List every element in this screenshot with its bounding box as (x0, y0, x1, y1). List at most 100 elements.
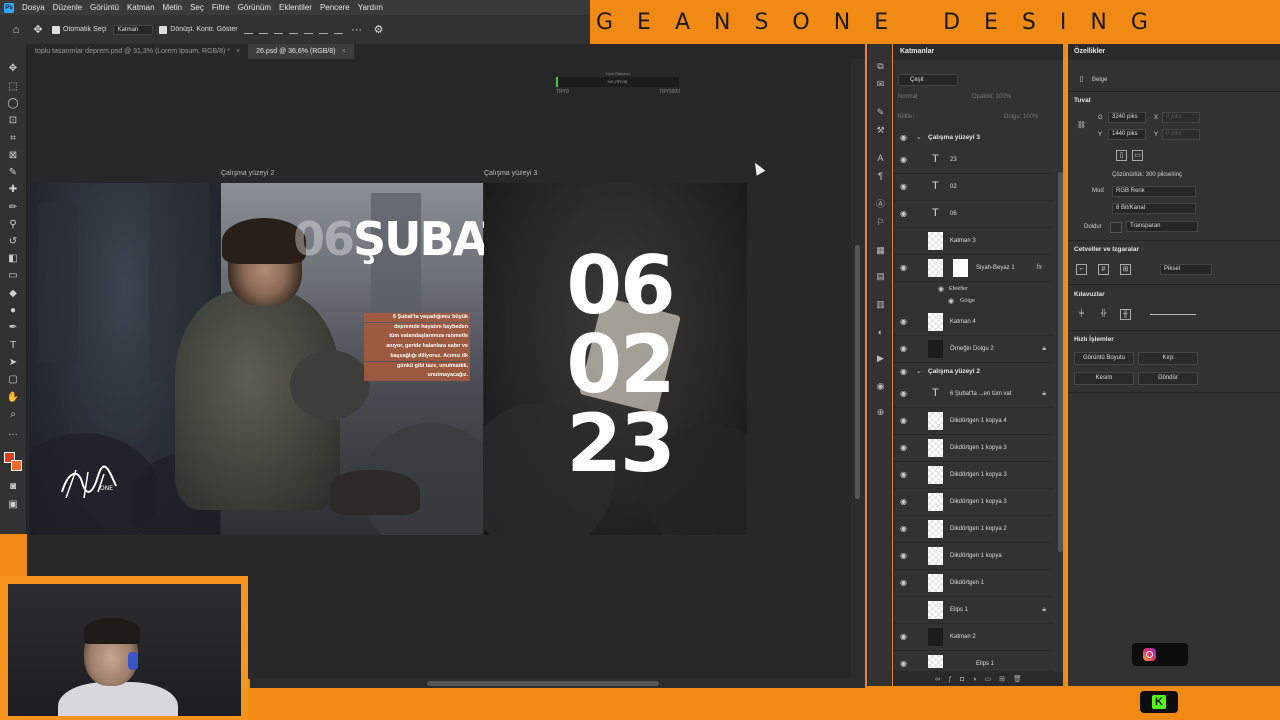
menu-dosya[interactable]: Dosya (22, 3, 45, 12)
lasso-icon[interactable]: ◯ (5, 97, 21, 111)
layers-title[interactable]: Katmanlar (900, 48, 934, 55)
link-icon[interactable]: ∞ (935, 676, 940, 683)
target-select[interactable]: Katman (112, 24, 154, 35)
menu-eklentiler[interactable]: Eklentiler (279, 3, 312, 12)
crop-button[interactable]: Kırp (1138, 352, 1198, 365)
mask-icon[interactable]: ◘ (960, 676, 964, 683)
layer-row[interactable]: ◉ Dikdörtgen 1 (894, 570, 1054, 597)
paragraph-icon[interactable]: ¶ (874, 170, 887, 182)
eye-icon[interactable]: ◉ (900, 525, 909, 533)
eye-icon[interactable]: ◉ (900, 264, 909, 272)
tab-toplu-tasarimlar[interactable]: toplu tasarımlar deprem.psd @ 31,3% (Lor… (27, 44, 248, 59)
layer-row[interactable]: ◉ Dikdörtgen 1 kopya 3 (894, 435, 1054, 462)
layer-group-artboard-2[interactable]: ◉ ⌄ Çalışma yüzeyi 2 (894, 365, 1054, 379)
channels-icon[interactable]: ◐ (874, 326, 887, 338)
layer-row[interactable]: ◉ T 6 Şubat'ta ...en tüm vat 🔒︎ (894, 381, 1054, 408)
layer-row[interactable]: ◉ T 02 (894, 174, 1054, 201)
healing-icon[interactable]: ✚ (5, 183, 21, 197)
eye-icon[interactable]: ◉ (900, 579, 909, 587)
grid-icon[interactable]: # (1098, 264, 1109, 275)
new-layer-icon[interactable]: ⊞ (999, 675, 1005, 683)
distribute-icon[interactable] (288, 26, 298, 34)
brush-icon[interactable]: ✏ (5, 201, 21, 215)
eraser-icon[interactable]: ◧ (5, 252, 21, 266)
hand-icon[interactable]: ✋ (5, 391, 21, 405)
menu-filtre[interactable]: Filtre (212, 3, 230, 12)
eye-icon[interactable]: ◉ (900, 390, 909, 398)
portrait-icon[interactable]: ▯ (1116, 150, 1127, 161)
close-icon[interactable]: × (342, 48, 346, 55)
menu-metin[interactable]: Metin (163, 3, 183, 12)
align-middle-icon[interactable] (318, 26, 328, 34)
layer-row[interactable]: Elips 1 🔒︎ (894, 597, 1054, 624)
eye-icon[interactable]: ◉ (900, 660, 909, 668)
align-center-icon[interactable] (258, 26, 268, 34)
canvas-horizontal-scrollbar[interactable] (250, 679, 865, 688)
quick-mask-icon[interactable]: ◙ (5, 480, 21, 494)
frame-icon[interactable]: ⊠ (5, 149, 21, 163)
move-tool-icon[interactable]: ✥ (30, 23, 46, 36)
patterns-icon[interactable]: ▥ (874, 298, 887, 310)
scroll-thumb[interactable] (855, 245, 860, 499)
width-input[interactable]: 3240 piks (1108, 112, 1146, 123)
properties-title[interactable]: Özellikler (1074, 48, 1105, 55)
pixel-grid-icon[interactable]: ⊞ (1120, 264, 1131, 275)
gradient-icon[interactable]: ▭ (5, 269, 21, 283)
move-icon[interactable]: ✥ (5, 62, 21, 76)
auto-select-checkbox[interactable]: Otomatik Seçi (52, 25, 107, 34)
unit-select[interactable]: Piksel (1160, 264, 1212, 275)
dodge-icon[interactable]: ● (5, 304, 21, 318)
mode-select[interactable]: RGB Renk (1112, 186, 1196, 197)
layer-filter-select[interactable]: Çeşit (898, 74, 958, 86)
eye-icon[interactable]: ◉ (948, 298, 954, 305)
chevron-down-icon[interactable]: ⌄ (916, 133, 922, 141)
history-brush-icon[interactable]: ↺ (5, 235, 21, 249)
artboard-label-3[interactable]: Çalışma yüzeyi 3 (484, 170, 537, 177)
eye-icon[interactable]: ◉ (900, 633, 909, 641)
height-input[interactable]: 1440 piks (1108, 129, 1146, 140)
menu-goruntu[interactable]: Görüntü (90, 3, 119, 12)
opacity-field[interactable]: Opaklık: 100% (972, 94, 1011, 100)
fx-add-icon[interactable]: ƒ (948, 676, 952, 683)
scroll-thumb[interactable] (427, 681, 659, 686)
align-top-icon[interactable] (303, 26, 313, 34)
eye-icon[interactable]: ◉ (900, 210, 909, 218)
layer-row[interactable]: ◉ T 23 (894, 147, 1054, 174)
menu-katman[interactable]: Katman (127, 3, 155, 12)
plugins-icon[interactable]: ⊕ (874, 406, 887, 418)
y-input[interactable]: 0 piks (1162, 129, 1200, 140)
eye-icon[interactable]: ◉ (938, 286, 944, 293)
object-select-icon[interactable]: ⊡ (5, 114, 21, 128)
folder-icon[interactable]: ▭ (984, 675, 991, 683)
layer-row[interactable]: ◉ Örneğin Dolgu 2 🔒︎ (894, 336, 1054, 363)
crop-icon[interactable]: ⌗ (5, 132, 21, 146)
align-right-icon[interactable] (273, 26, 283, 34)
character-icon[interactable]: A (874, 152, 887, 164)
fill-select[interactable]: Transparan (1126, 221, 1198, 232)
actions-icon[interactable]: ▶ (874, 352, 887, 364)
menu-duzenle[interactable]: Düzenle (53, 3, 82, 12)
eye-icon[interactable]: ◉ (900, 183, 909, 191)
trash-icon[interactable]: 🗑︎ (1013, 675, 1022, 683)
align-left-icon[interactable] (243, 26, 253, 34)
artboard-label-2[interactable]: Çalışma yüzeyi 2 (221, 170, 274, 177)
image-size-button[interactable]: Görüntü Boyutu (1074, 352, 1134, 365)
history-icon[interactable]: ⧉ (874, 60, 887, 72)
pen-icon[interactable]: ✒ (5, 321, 21, 335)
comment-icon[interactable]: ✉ (874, 78, 887, 90)
blur-icon[interactable]: ◆ (5, 287, 21, 301)
screen-mode-icon[interactable]: ▣ (5, 498, 21, 512)
section-canvas[interactable]: Tuval (1074, 97, 1091, 104)
link-icon[interactable]: ⛓ (1076, 121, 1087, 132)
layer-group-artboard-3[interactable]: ◉ ⌄ Çalışma yüzeyi 3 (894, 131, 1054, 145)
background-color[interactable] (11, 460, 22, 471)
stamp-icon[interactable]: ⚲ (5, 218, 21, 232)
x-input[interactable]: 0 piks (1162, 112, 1200, 123)
canvas-vertical-scrollbar[interactable] (851, 59, 865, 679)
layer-row[interactable]: ◉ Dikdörtgen 1 kopya 2 (894, 516, 1054, 543)
blend-mode-select[interactable]: Normal (898, 94, 917, 100)
close-icon[interactable]: × (236, 48, 240, 55)
guide-line-style[interactable] (1150, 314, 1196, 315)
brush-settings-icon[interactable]: ✎ (874, 106, 887, 118)
layer-row[interactable]: ◉ T 06 (894, 201, 1054, 228)
